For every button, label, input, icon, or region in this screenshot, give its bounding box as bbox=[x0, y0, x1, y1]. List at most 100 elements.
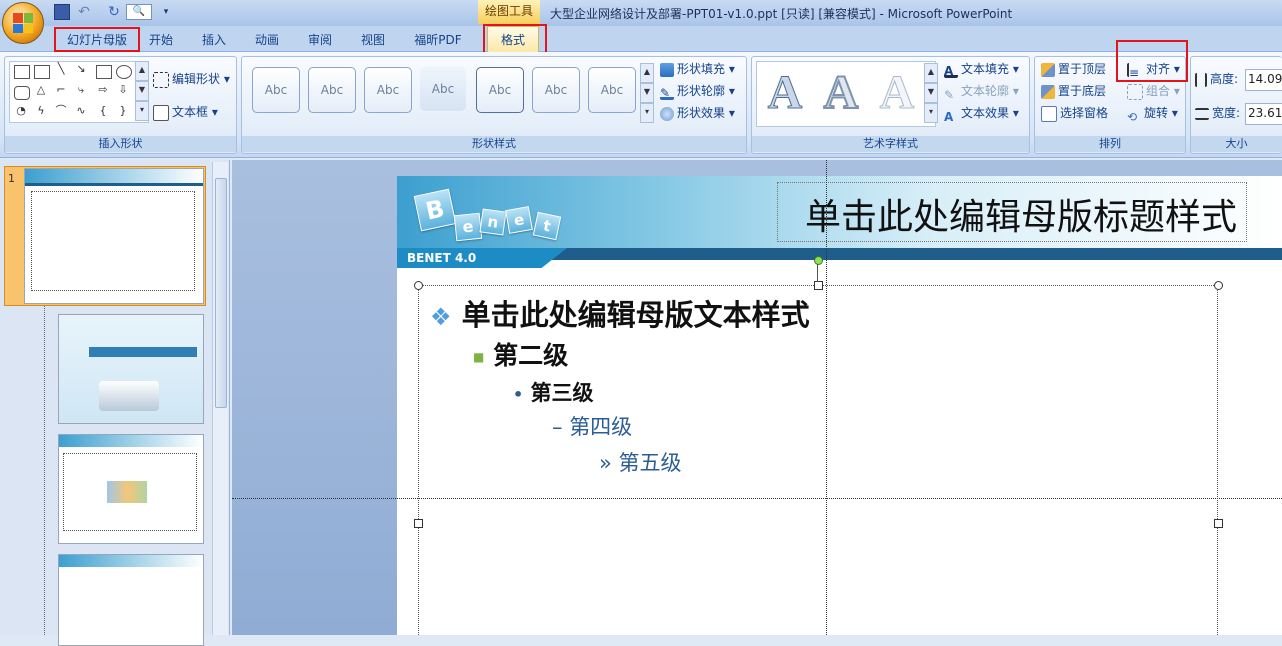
slide-master-title[interactable]: 单击此处编辑母版标题样式 bbox=[805, 188, 1237, 240]
resize-handle[interactable] bbox=[1214, 519, 1223, 528]
height-input[interactable]: 14.09 bbox=[1245, 69, 1282, 91]
curve-shape-icon[interactable]: ⌒ bbox=[54, 105, 68, 117]
width-icon bbox=[1195, 107, 1209, 120]
gallery-down-icon[interactable]: ▼ bbox=[135, 81, 149, 101]
down-arrow-shape-icon[interactable]: ⇩ bbox=[116, 84, 130, 96]
text-effects-button[interactable]: A 文本效果 ▾ bbox=[944, 103, 1019, 124]
thumbnail-scrollbar[interactable] bbox=[212, 162, 228, 635]
send-to-back-button[interactable]: 置于底层 bbox=[1041, 81, 1106, 101]
group-button[interactable]: 组合 ▾ bbox=[1127, 81, 1180, 101]
height-label-row: 高度: bbox=[1195, 69, 1238, 89]
tab-insert[interactable]: 插入 bbox=[196, 29, 232, 51]
resize-handle[interactable] bbox=[1214, 281, 1223, 290]
styles-up-icon[interactable]: ▲ bbox=[640, 63, 654, 83]
body-level-1[interactable]: ❖ 单击此处编辑母版文本样式 bbox=[430, 292, 810, 334]
rotate-button[interactable]: ⟲ 旋转 ▾ bbox=[1127, 103, 1178, 124]
styles-more-icon[interactable]: ▾ bbox=[640, 103, 654, 123]
shape-style-swatch[interactable]: Abc bbox=[532, 67, 580, 113]
shape-fill-label: 形状填充 bbox=[677, 62, 726, 76]
save-icon[interactable] bbox=[54, 4, 70, 20]
bring-to-front-button[interactable]: 置于顶层 bbox=[1041, 59, 1106, 79]
rotation-handle[interactable] bbox=[814, 256, 823, 265]
text-outline-button[interactable]: ✎ 文本轮廓 ▾ bbox=[944, 81, 1019, 102]
shape-effects-button[interactable]: 形状效果 ▾ bbox=[660, 103, 735, 123]
shapes-gallery[interactable]: ╲ ↘ △ ⌐ ⤷ ⇨ ⇩ ◔ ϟ ⌒ ∿ { } bbox=[9, 61, 149, 123]
wordart-up-icon[interactable]: ▲ bbox=[924, 63, 938, 83]
elbow-connector-shape-icon[interactable]: ⌐ bbox=[54, 84, 68, 96]
arrow-line-shape-icon[interactable]: ↘ bbox=[74, 63, 88, 75]
elbow-arrow-shape-icon[interactable]: ⤷ bbox=[74, 84, 88, 96]
body-level-3[interactable]: • 第三级 bbox=[513, 377, 594, 407]
rotate-label: 旋转 bbox=[1144, 106, 1169, 120]
slide-canvas[interactable]: B e n e t 单击此处编辑母版标题样式 BENET 4.0 ❖ 单击此处编… bbox=[397, 176, 1282, 635]
scrollbar-thumb[interactable] bbox=[215, 178, 227, 408]
thumbnail-slide-master[interactable] bbox=[24, 168, 204, 304]
selection-pane-button[interactable]: 选择窗格 bbox=[1041, 103, 1108, 123]
highlight-box-align bbox=[1116, 40, 1188, 82]
wordart-style-sample[interactable]: A bbox=[816, 66, 866, 120]
shape-style-swatch[interactable]: Abc bbox=[588, 67, 636, 113]
freeform-shape-icon[interactable]: ∿ bbox=[74, 105, 88, 117]
wordart-style-sample[interactable]: A bbox=[872, 66, 922, 119]
thumbnail-content-layout[interactable] bbox=[58, 434, 204, 544]
edit-shape-button[interactable]: 编辑形状 ▾ bbox=[153, 69, 230, 89]
undo-icon[interactable]: ↶ bbox=[76, 4, 92, 20]
line-shape-icon[interactable]: ╲ bbox=[54, 63, 68, 75]
textbox-shape-icon[interactable] bbox=[14, 65, 30, 79]
body-level-2[interactable]: ■ 第二级 bbox=[473, 336, 568, 372]
resize-handle[interactable] bbox=[414, 281, 423, 290]
lightning-shape-icon[interactable]: ϟ bbox=[34, 105, 48, 117]
thumbnail-connector-line bbox=[44, 306, 45, 635]
tab-animation[interactable]: 动画 bbox=[249, 29, 285, 51]
width-input[interactable]: 23.61 bbox=[1245, 103, 1282, 125]
tab-review[interactable]: 审阅 bbox=[302, 29, 338, 51]
tab-view[interactable]: 视图 bbox=[355, 29, 391, 51]
styles-down-icon[interactable]: ▼ bbox=[640, 83, 654, 103]
shape-outline-button[interactable]: ✎ 形状轮廓 ▾ bbox=[660, 81, 735, 101]
qat-dropdown-icon[interactable]: ▾ bbox=[158, 4, 174, 20]
print-preview-icon[interactable]: 🔍 bbox=[126, 4, 152, 20]
text-fill-button[interactable]: A 文本填充 ▾ bbox=[944, 59, 1019, 79]
thumbnail-banner bbox=[59, 555, 203, 567]
shape-fill-button[interactable]: 形状填充 ▾ bbox=[660, 59, 735, 79]
text-outline-label: 文本轮廓 bbox=[961, 84, 1010, 98]
tab-foxit-pdf[interactable]: 福昕PDF bbox=[410, 29, 466, 51]
left-brace-shape-icon[interactable]: { bbox=[96, 105, 110, 117]
horizontal-guide[interactable] bbox=[232, 498, 1282, 499]
text-box-button[interactable]: 文本框 ▾ bbox=[153, 102, 218, 122]
right-arrow-shape-icon[interactable]: ⇨ bbox=[96, 84, 110, 96]
vertical-textbox-shape-icon[interactable] bbox=[34, 65, 50, 79]
wordart-more-icon[interactable]: ▾ bbox=[924, 103, 938, 123]
resize-handle[interactable] bbox=[414, 519, 423, 528]
shape-style-swatch[interactable]: Abc bbox=[420, 67, 466, 111]
right-brace-shape-icon[interactable]: } bbox=[116, 105, 130, 117]
oval-shape-icon[interactable] bbox=[116, 65, 132, 79]
vertical-guide[interactable] bbox=[826, 160, 827, 635]
shape-style-swatch[interactable]: Abc bbox=[476, 67, 524, 113]
shape-style-swatch[interactable]: Abc bbox=[364, 67, 412, 113]
height-icon bbox=[1195, 72, 1207, 87]
width-label-row: 宽度: bbox=[1195, 103, 1240, 123]
wordart-down-icon[interactable]: ▼ bbox=[924, 83, 938, 103]
body-level-4[interactable]: – 第四级 bbox=[552, 411, 632, 441]
resize-handle[interactable] bbox=[814, 281, 823, 290]
rounded-rect-shape-icon[interactable] bbox=[14, 86, 30, 100]
rectangle-shape-icon[interactable] bbox=[96, 65, 112, 79]
rotation-handle-stem bbox=[817, 264, 818, 282]
tab-home[interactable]: 开始 bbox=[143, 29, 179, 51]
thumbnail-title-layout[interactable] bbox=[58, 314, 204, 424]
shape-styles-group-label: 形状样式 bbox=[242, 136, 746, 152]
level-1-text: 单击此处编辑母版文本样式 bbox=[461, 298, 810, 332]
triangle-shape-icon[interactable]: △ bbox=[34, 84, 48, 96]
redo-icon[interactable]: ↻ bbox=[106, 4, 122, 20]
thumbnail-blank-layout[interactable] bbox=[58, 554, 204, 646]
office-button[interactable] bbox=[2, 2, 44, 44]
gallery-up-icon[interactable]: ▲ bbox=[135, 61, 149, 81]
logo-cube: n bbox=[479, 208, 507, 236]
shape-style-swatch[interactable]: Abc bbox=[308, 67, 356, 113]
shape-style-swatch[interactable]: Abc bbox=[252, 67, 300, 113]
body-level-5[interactable]: » 第五级 bbox=[599, 447, 682, 477]
wordart-style-sample[interactable]: A bbox=[760, 66, 810, 119]
callout-shape-icon[interactable]: ◔ bbox=[14, 105, 28, 117]
gallery-more-icon[interactable]: ▾ bbox=[135, 101, 149, 121]
